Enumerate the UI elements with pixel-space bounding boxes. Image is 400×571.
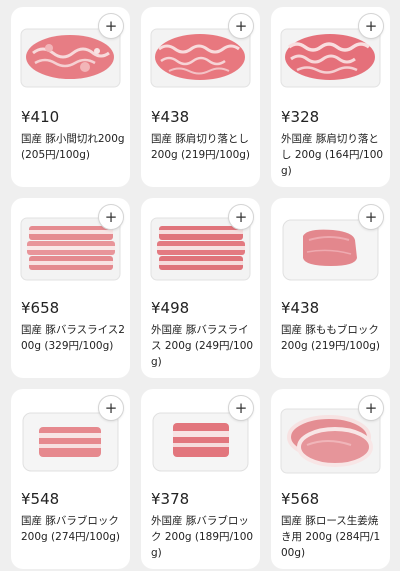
plus-icon: + (364, 207, 378, 226)
product-card[interactable]: + ¥438 国産 豚ももブロック200g (219円/100g) (271, 198, 390, 378)
product-price: ¥498 (151, 299, 190, 317)
add-to-cart-button[interactable]: + (98, 395, 124, 421)
add-to-cart-button[interactable]: + (228, 204, 254, 230)
product-price: ¥410 (21, 108, 60, 126)
product-price: ¥438 (151, 108, 190, 126)
product-description: 国産 豚小間切れ200g (205円/100g) (21, 133, 125, 161)
plus-icon: + (104, 207, 118, 226)
product-card[interactable]: + ¥438 国産 豚肩切り落とし200g (219円/100g) (141, 7, 260, 187)
product-card[interactable]: + ¥410 国産 豚小間切れ200g (205円/100g) (11, 7, 130, 187)
product-card[interactable]: + ¥568 国産 豚ロース生姜焼き用 200g (284円/100g) (271, 389, 390, 569)
plus-icon: + (104, 398, 118, 417)
product-price: ¥658 (21, 299, 60, 317)
product-card[interactable]: + ¥658 国産 豚バラスライス200g (329円/100g) (11, 198, 130, 378)
add-to-cart-button[interactable]: + (228, 395, 254, 421)
add-to-cart-button[interactable]: + (98, 13, 124, 39)
product-description: 外国産 豚バラスライス 200g (249円/100g) (151, 324, 254, 368)
product-description: 国産 豚肩切り落とし200g (219円/100g) (151, 133, 251, 161)
plus-icon: + (234, 16, 248, 35)
add-to-cart-button[interactable]: + (98, 204, 124, 230)
product-description: 国産 豚ももブロック200g (219円/100g) (281, 324, 381, 352)
product-card[interactable]: + ¥548 国産 豚バラブロック200g (274円/100g) (11, 389, 130, 569)
product-description: 外国産 豚肩切り落とし 200g (164円/100g) (281, 133, 384, 177)
product-card[interactable]: + ¥378 外国産 豚バラブロック 200g (189円/100g) (141, 389, 260, 569)
add-to-cart-button[interactable]: + (358, 204, 384, 230)
product-price: ¥328 (281, 108, 320, 126)
product-card[interactable]: + ¥498 外国産 豚バラスライス 200g (249円/100g) (141, 198, 260, 378)
plus-icon: + (364, 398, 378, 417)
product-price: ¥548 (21, 490, 60, 508)
product-price: ¥568 (281, 490, 320, 508)
product-description: 国産 豚バラブロック200g (274円/100g) (21, 515, 121, 543)
product-description: 国産 豚バラスライス200g (329円/100g) (21, 324, 125, 352)
product-card[interactable]: + ¥328 外国産 豚肩切り落とし 200g (164円/100g) (271, 7, 390, 187)
add-to-cart-button[interactable]: + (358, 395, 384, 421)
plus-icon: + (104, 16, 118, 35)
plus-icon: + (234, 398, 248, 417)
plus-icon: + (234, 207, 248, 226)
add-to-cart-button[interactable]: + (228, 13, 254, 39)
product-grid: + ¥410 国産 豚小間切れ200g (205円/100g) + ¥438 国… (11, 7, 390, 569)
plus-icon: + (364, 16, 378, 35)
product-description: 国産 豚ロース生姜焼き用 200g (284円/100g) (281, 515, 381, 559)
add-to-cart-button[interactable]: + (358, 13, 384, 39)
product-price: ¥438 (281, 299, 320, 317)
product-price: ¥378 (151, 490, 190, 508)
product-description: 外国産 豚バラブロック 200g (189円/100g) (151, 515, 254, 559)
